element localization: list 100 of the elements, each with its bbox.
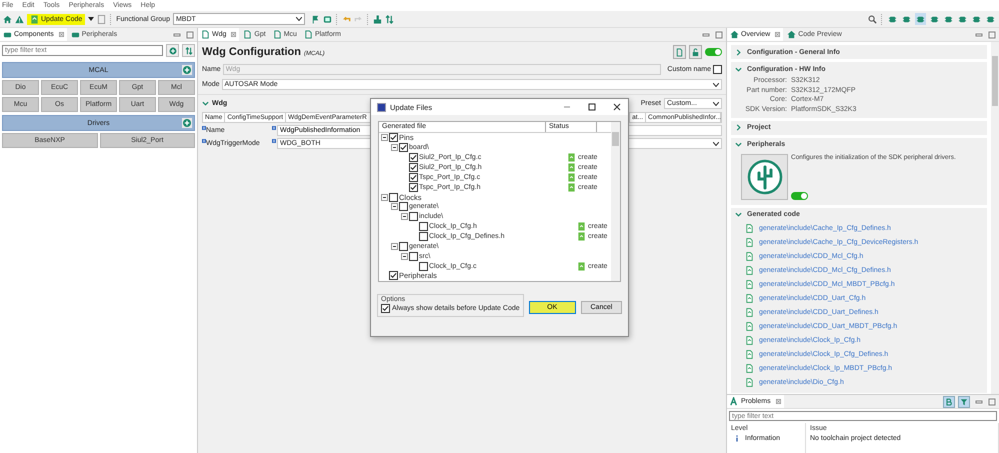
sort-button[interactable] xyxy=(182,44,195,57)
caret-icon xyxy=(296,17,302,21)
enable-toggle[interactable] xyxy=(705,48,722,56)
minimize-icon[interactable] xyxy=(702,30,710,38)
minimize-icon[interactable] xyxy=(975,30,983,38)
document-icon xyxy=(272,30,282,39)
app-icon xyxy=(377,102,386,112)
home-icon xyxy=(787,30,796,39)
caret-icon xyxy=(713,142,719,146)
file-checkbox[interactable] xyxy=(409,252,418,261)
maximize-icon[interactable] xyxy=(587,102,597,112)
scrollbar[interactable] xyxy=(611,122,620,281)
caret-icon xyxy=(713,82,719,86)
file-checkbox[interactable] xyxy=(419,222,428,232)
chip-icon[interactable] xyxy=(322,14,332,24)
chip-icon xyxy=(902,14,911,24)
chevron-icon[interactable] xyxy=(202,100,209,107)
chip-icon xyxy=(972,14,981,24)
caret-icon[interactable] xyxy=(88,17,94,21)
add-icon[interactable] xyxy=(182,65,192,75)
file-icon xyxy=(745,294,754,304)
file-checkbox[interactable] xyxy=(409,172,418,182)
chevron-icon[interactable] xyxy=(735,211,742,218)
sort-icon[interactable] xyxy=(384,14,394,24)
file-checkbox[interactable] xyxy=(419,262,428,271)
chevron-icon[interactable] xyxy=(735,66,742,72)
minimize-icon[interactable] xyxy=(975,398,983,406)
file-checkbox[interactable] xyxy=(399,202,408,212)
component-icon xyxy=(70,30,80,39)
file-checkbox[interactable] xyxy=(409,212,418,222)
file-icon xyxy=(745,252,754,262)
lock-icon xyxy=(691,48,700,56)
minimize-icon[interactable] xyxy=(173,30,181,38)
document-button[interactable] xyxy=(673,45,686,59)
file-icon xyxy=(567,163,576,172)
file-checkbox[interactable] xyxy=(409,182,418,192)
collapse-icon[interactable] xyxy=(391,144,398,152)
file-checkbox[interactable] xyxy=(399,242,408,251)
configuration-title: Wdg Configuration xyxy=(202,46,301,58)
file-icon xyxy=(745,224,754,234)
export-icon[interactable] xyxy=(372,14,382,24)
file-checkbox[interactable] xyxy=(389,133,398,142)
info-icon xyxy=(202,126,206,130)
warning-icon[interactable] xyxy=(15,14,24,24)
chip-icon xyxy=(944,14,953,24)
info-icon xyxy=(202,139,206,143)
chip-icon xyxy=(930,14,939,24)
flag-icon[interactable] xyxy=(310,14,320,24)
sort-icon xyxy=(184,46,192,54)
close-icon[interactable] xyxy=(612,102,622,112)
file-icon xyxy=(745,266,754,276)
chevron-icon[interactable] xyxy=(735,124,742,132)
document-icon xyxy=(675,48,684,56)
enable-toggle[interactable] xyxy=(791,192,808,200)
bold-toggle-button[interactable] xyxy=(943,396,955,408)
file-checkbox[interactable] xyxy=(409,153,418,162)
search-icon[interactable] xyxy=(868,14,877,24)
document-icon xyxy=(30,14,39,24)
lock-button[interactable] xyxy=(689,45,702,59)
collapse-icon[interactable] xyxy=(381,194,388,201)
chevron-icon[interactable] xyxy=(735,48,742,56)
collapse-icon[interactable] xyxy=(391,242,398,250)
file-icon xyxy=(567,172,576,182)
document-icon xyxy=(243,30,252,39)
custom-name-checkbox[interactable] xyxy=(713,65,722,74)
file-icon xyxy=(745,336,754,346)
bold-icon xyxy=(945,398,953,406)
collapse-icon[interactable] xyxy=(401,252,408,260)
chip-icon xyxy=(958,14,967,24)
undo-icon[interactable] xyxy=(342,14,351,24)
info-icon xyxy=(735,434,739,442)
file-checkbox[interactable] xyxy=(409,163,418,172)
home-icon[interactable] xyxy=(3,14,12,24)
add-button[interactable] xyxy=(166,44,179,57)
file-icon xyxy=(577,262,586,271)
chevron-icon[interactable] xyxy=(735,141,742,148)
document-icon xyxy=(201,30,210,39)
document-icon xyxy=(304,30,313,39)
view-toggle[interactable] xyxy=(915,13,926,25)
file-checkbox[interactable] xyxy=(389,192,398,202)
collapse-icon[interactable] xyxy=(391,203,398,210)
chip-icon xyxy=(888,14,897,24)
file-checkbox[interactable] xyxy=(389,271,398,280)
file-checkbox[interactable] xyxy=(399,143,408,152)
always-show-checkbox[interactable] xyxy=(381,304,390,313)
filter-button[interactable] xyxy=(958,396,970,408)
chip-icon xyxy=(986,14,995,24)
file-icon xyxy=(577,222,586,232)
file-icon xyxy=(745,280,754,290)
add-icon[interactable] xyxy=(182,118,192,128)
collapse-icon[interactable] xyxy=(381,134,388,142)
filter-icon xyxy=(960,398,968,406)
plus-icon xyxy=(168,46,176,54)
file-icon xyxy=(577,232,586,242)
problems-icon xyxy=(730,397,739,406)
home-icon xyxy=(730,30,739,39)
file-icon xyxy=(745,378,754,388)
file-checkbox[interactable] xyxy=(419,232,428,242)
collapse-icon[interactable] xyxy=(401,213,408,220)
cactus-icon xyxy=(741,154,788,200)
